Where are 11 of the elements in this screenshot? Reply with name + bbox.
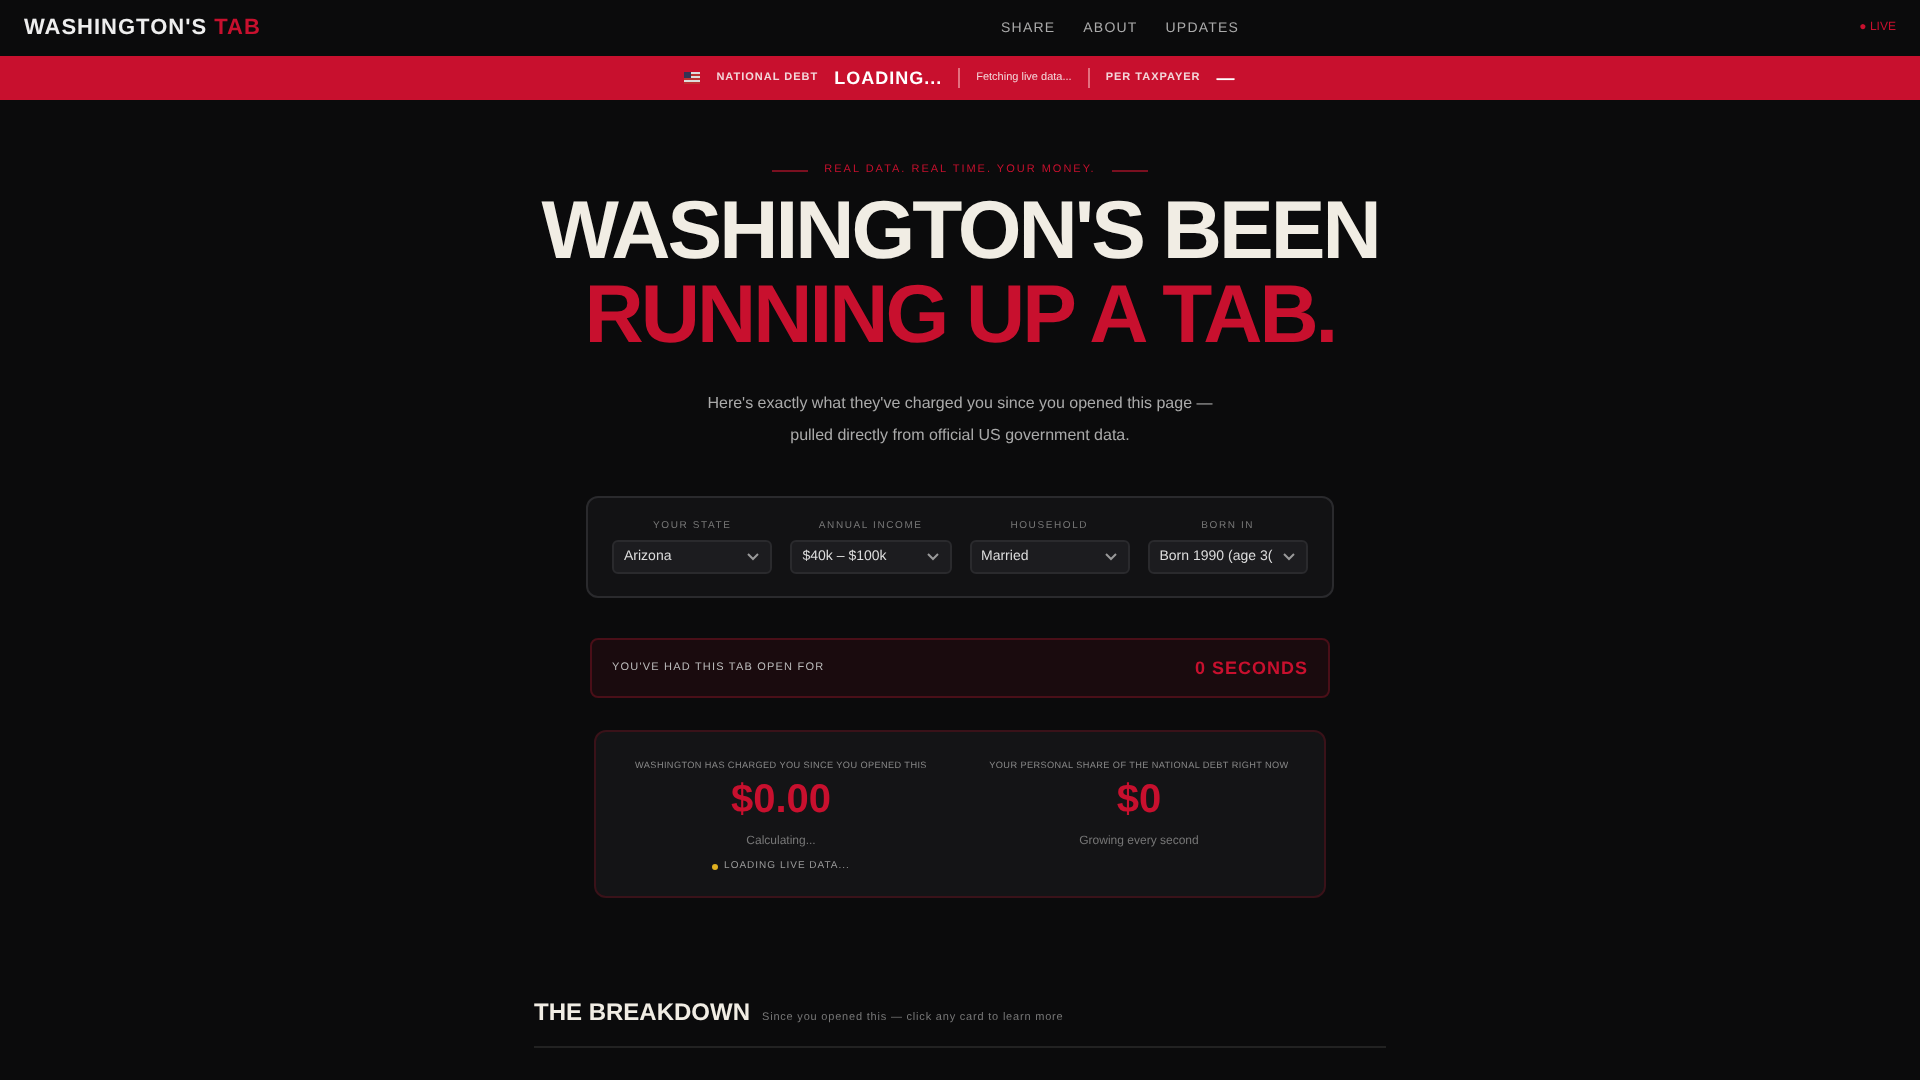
section-title: THE BREAKDOWN (534, 998, 750, 1026)
headline: RUNNING UP A TAB. (582, 272, 1338, 356)
charge-value: $0 (1116, 778, 1162, 824)
subtitle: pulled directly from official US government data. (788, 424, 1132, 448)
debt-value: LOADING... (834, 68, 943, 88)
timer-value: 0 SECONDS (1194, 658, 1308, 678)
charge-value: $0.00 (730, 778, 832, 824)
headline: WASHINGTON'S BEEN (541, 188, 1379, 272)
logo[interactable]: WASHINGTON'S TAB (24, 16, 261, 40)
subtitle: Here's exactly what they've charged you since you opened this page — (707, 392, 1213, 416)
per-taxpayer-value: — (1216, 68, 1236, 88)
